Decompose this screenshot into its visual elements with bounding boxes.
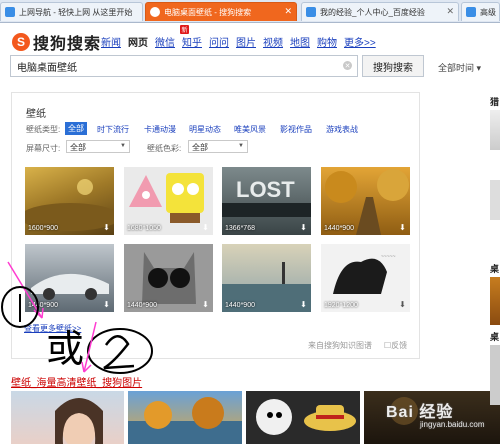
paw-favicon-icon — [466, 7, 476, 17]
feedback-link[interactable]: ☐反馈 — [384, 340, 407, 351]
size-filter-label: 屏幕尺寸: — [26, 144, 61, 153]
download-icon[interactable]: ⬇ — [201, 300, 210, 309]
right-panel-heading: 桌 — [490, 264, 500, 274]
nav-news[interactable]: 新闻 — [101, 34, 121, 49]
nav-images[interactable]: 图片 — [236, 34, 256, 49]
svg-text:~~~~~: ~~~~~ — [381, 254, 396, 260]
right-panel-image[interactable] — [490, 345, 500, 405]
nav-zhihu[interactable]: 知乎 — [182, 34, 202, 49]
download-icon[interactable]: ⬇ — [102, 223, 111, 232]
type-chip-anime[interactable]: 卡通动漫 — [144, 124, 176, 135]
wallpaper-thumb[interactable]: 1440*900 ⬇ — [25, 244, 114, 312]
tab-advanced[interactable]: 高级 — [461, 2, 500, 21]
type-chip-trending[interactable]: 时下流行 — [97, 124, 129, 135]
result-image[interactable] — [246, 391, 360, 444]
download-icon[interactable]: ⬇ — [398, 223, 407, 232]
new-badge: 新 — [180, 25, 189, 34]
wallpaper-thumb[interactable]: 1440*900 ⬇ — [222, 244, 311, 312]
right-panel-heading: 猎 — [490, 97, 500, 107]
type-chip-celebrity[interactable]: 明星动态 — [189, 124, 221, 135]
right-panel-image[interactable] — [490, 110, 500, 150]
wallpaper-thumb[interactable]: 1440*900 ⬇ — [321, 167, 410, 235]
color-filter-label: 壁纸色彩: — [147, 144, 182, 153]
clear-search-icon[interactable]: ✕ — [343, 61, 352, 70]
tab-label: 电脑桌面壁纸 - 搜狗搜索 — [164, 7, 252, 17]
search-vertical-nav: 新闻 网页 微信 知乎 问问 图片 视频 地图 购物 更多>> — [101, 34, 383, 49]
nav-weixin[interactable]: 微信 — [155, 34, 175, 49]
type-chip-scenery[interactable]: 唯美风景 — [234, 124, 266, 135]
size-select[interactable]: 全部 ▼ — [66, 140, 130, 153]
right-panel-image[interactable] — [490, 277, 500, 325]
close-tab-icon[interactable]: ✕ — [284, 6, 292, 17]
result-image[interactable] — [128, 391, 242, 444]
result-image[interactable] — [11, 391, 124, 444]
resolution-label: 1440*900 — [28, 302, 58, 309]
card-title: 壁纸 — [26, 109, 46, 120]
tab-sogou-search[interactable]: 电脑桌面壁纸 - 搜狗搜索 ✕ — [145, 2, 297, 21]
autumn-lake-image — [128, 397, 242, 444]
type-chip-film[interactable]: 影视作品 — [280, 124, 312, 135]
color-select-value: 全部 — [192, 143, 208, 152]
tab-navigation[interactable]: 上网导航 - 轻快上网 从这里开始 — [0, 2, 143, 21]
wallpaper-thumb[interactable]: 1600*900 ⬇ — [25, 167, 114, 235]
wallpaper-thumb[interactable]: ~~~~~ 1920*1200 ⬇ — [321, 244, 410, 312]
logo-text: 搜狗搜索 — [33, 36, 102, 53]
right-panel-heading: 桌 — [490, 332, 500, 342]
download-icon[interactable]: ⬇ — [299, 300, 308, 309]
baidu-jingyan-watermark: Bai 经验 — [386, 404, 454, 421]
download-icon[interactable]: ⬇ — [102, 300, 111, 309]
sogou-favicon-icon — [150, 7, 160, 17]
site-favicon-icon — [5, 7, 15, 17]
nav-map[interactable]: 地图 — [290, 34, 310, 49]
resolution-label: 1680*1050 — [127, 225, 161, 232]
wallpaper-thumb[interactable]: LOST 1366*768 ⬇ — [222, 167, 311, 235]
browser-tab-bar: 上网导航 - 轻快上网 从这里开始 电脑桌面壁纸 - 搜狗搜索 ✕ 我的经验_个… — [0, 0, 500, 23]
nav-shopping[interactable]: 购物 — [317, 34, 337, 49]
tab-baidu-jingyan[interactable]: 我的经验_个人中心_百度经验 ✕ — [301, 2, 459, 21]
size-select-value: 全部 — [70, 143, 86, 152]
nav-web[interactable]: 网页 — [128, 34, 148, 49]
download-icon[interactable]: ⬇ — [398, 300, 407, 309]
wallpaper-thumb[interactable]: 1440*900 ⬇ — [124, 244, 213, 312]
search-input[interactable]: 电脑桌面壁纸 — [10, 55, 358, 77]
dropdown-caret-icon: ▼ — [238, 143, 244, 149]
resolution-label: 1366*768 — [225, 225, 255, 232]
time-filter-dropdown[interactable]: 全部时间 ▾ — [438, 61, 481, 74]
download-icon[interactable]: ⬇ — [201, 223, 210, 232]
nav-wenwen[interactable]: 问问 — [209, 34, 229, 49]
close-tab-icon[interactable]: ✕ — [446, 6, 454, 17]
resolution-label: 1920*1200 — [324, 302, 358, 309]
paw-favicon-icon — [306, 7, 316, 17]
result-title-link[interactable]: 壁纸_海量高清壁纸_搜狗图片 — [11, 374, 142, 389]
resolution-label: 1440*900 — [127, 302, 157, 309]
wallpaper-result-card: 壁纸 壁纸类型: 全部 时下流行 卡通动漫 明星动态 唯美风景 影视作品 游戏表… — [11, 92, 420, 359]
type-chip-all[interactable]: 全部 — [65, 122, 87, 135]
portrait-image — [55, 398, 103, 444]
more-wallpapers-link[interactable]: 查看更多壁纸>> — [24, 323, 81, 334]
tab-label: 我的经验_个人中心_百度经验 — [320, 7, 425, 17]
color-select[interactable]: 全部 ▼ — [188, 140, 248, 153]
nav-video[interactable]: 视频 — [263, 34, 283, 49]
resolution-label: 1440*900 — [225, 302, 255, 309]
dropdown-caret-icon: ▼ — [120, 143, 126, 149]
sogou-logo-icon: S — [12, 33, 30, 51]
tab-label: 高级 — [480, 7, 496, 17]
one-piece-image — [256, 399, 356, 435]
source-text: 来自搜狗知识图谱 — [308, 341, 372, 350]
nav-more[interactable]: 更多>> — [344, 34, 376, 49]
type-chip-game[interactable]: 游戏表战 — [326, 124, 358, 135]
download-icon[interactable]: ⬇ — [299, 223, 308, 232]
right-panel-image[interactable] — [490, 180, 500, 220]
type-filter-label: 壁纸类型: — [26, 125, 61, 134]
search-button[interactable]: 搜狗搜索 — [362, 55, 424, 77]
watermark-url: jingyan.baidu.com — [420, 420, 485, 429]
resolution-label: 1600*900 — [28, 225, 58, 232]
sogou-logo[interactable]: S 搜狗搜索 — [12, 30, 101, 54]
svg-text:LOST: LOST — [236, 177, 295, 202]
tab-label: 上网导航 - 轻快上网 从这里开始 — [19, 7, 133, 17]
wallpaper-thumb[interactable]: 1680*1050 ⬇ — [124, 167, 213, 235]
resolution-label: 1440*900 — [324, 225, 354, 232]
